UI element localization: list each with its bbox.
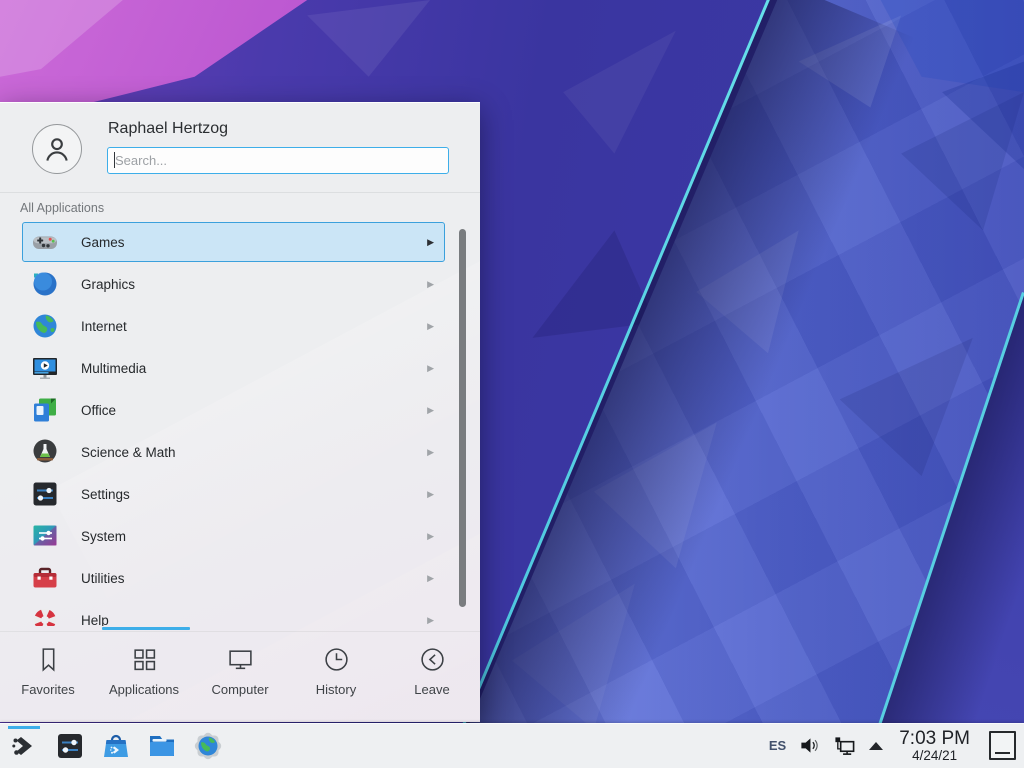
category-label: Internet <box>81 319 127 334</box>
list-scrollbar-thumb[interactable] <box>459 229 466 607</box>
file-manager-icon <box>147 731 177 761</box>
submenu-arrow-icon: ▶ <box>427 489 434 500</box>
category-label: Graphics <box>81 277 135 292</box>
submenu-arrow-icon: ▶ <box>427 279 434 290</box>
category-row-utilities[interactable]: Utilities ▶ <box>22 558 445 598</box>
category-label: Science & Math <box>81 445 176 460</box>
category-row-office[interactable]: Office ▶ <box>22 390 445 430</box>
category-label: Multimedia <box>81 361 146 376</box>
text-caret <box>114 152 115 168</box>
tab-history[interactable]: History <box>288 632 384 722</box>
taskbar-apps <box>0 725 224 767</box>
tab-label: History <box>316 682 356 697</box>
header-separator <box>0 192 480 193</box>
user-avatar <box>32 124 82 174</box>
submenu-arrow-icon: ▶ <box>427 405 434 416</box>
category-label: System <box>81 529 126 544</box>
category-label: Utilities <box>81 571 125 586</box>
tab-label: Leave <box>414 682 449 697</box>
history-icon <box>323 646 350 673</box>
tab-label: Favorites <box>21 682 74 697</box>
computer-icon <box>227 646 254 673</box>
favorites-icon <box>35 646 62 673</box>
web-browser-icon <box>193 731 223 761</box>
science-icon <box>31 438 59 466</box>
submenu-arrow-icon: ▶ <box>427 321 434 332</box>
graphics-icon <box>31 270 59 298</box>
category-label: Office <box>81 403 116 418</box>
multimedia-icon <box>31 354 59 382</box>
clock-time: 7:03 PM <box>899 729 970 748</box>
scroll-position-indicator <box>102 627 190 630</box>
discover-button[interactable] <box>100 725 132 767</box>
submenu-arrow-icon: ▶ <box>427 573 434 584</box>
category-row-system[interactable]: System ▶ <box>22 516 445 556</box>
category-label: Settings <box>81 487 130 502</box>
utilities-icon <box>31 564 59 592</box>
digital-clock[interactable]: 7:03 PM 4/24/21 <box>899 729 970 762</box>
tab-applications[interactable]: Applications <box>96 632 192 722</box>
tab-favorites[interactable]: Favorites <box>0 632 96 722</box>
system-tray: ES 7:03 PM 4/24/21 <box>769 729 1024 762</box>
submenu-arrow-icon: ▶ <box>427 615 434 626</box>
category-row-multimedia[interactable]: Multimedia ▶ <box>22 348 445 388</box>
show-desktop-widget[interactable] <box>989 731 1016 760</box>
category-row-internet[interactable]: Internet ▶ <box>22 306 445 346</box>
system-settings-icon <box>55 731 85 761</box>
applications-icon <box>131 646 158 673</box>
category-list: Games ▶ Graphics ▶ <box>22 222 445 626</box>
submenu-arrow-icon: ▶ <box>427 447 434 458</box>
active-task-indicator <box>8 726 40 729</box>
clock-date: 4/24/21 <box>912 749 957 763</box>
application-launcher-panel: Raphael Hertzog All Applications <box>0 102 480 722</box>
discover-icon <box>101 731 131 761</box>
file-manager-button[interactable] <box>146 725 178 767</box>
system-settings-button[interactable] <box>54 725 86 767</box>
category-row-graphics[interactable]: Graphics ▶ <box>22 264 445 304</box>
settings-icon <box>31 480 59 508</box>
games-icon <box>31 228 59 256</box>
tab-label: Applications <box>109 682 179 697</box>
category-label: Games <box>81 235 125 250</box>
help-icon <box>31 606 59 626</box>
submenu-arrow-icon: ▶ <box>427 531 434 542</box>
tab-label: Computer <box>211 682 268 697</box>
kde-launcher-icon <box>9 731 39 761</box>
person-icon <box>40 132 74 166</box>
submenu-arrow-icon: ▶ <box>427 237 434 248</box>
category-row-games[interactable]: Games ▶ <box>22 222 445 262</box>
volume-icon[interactable] <box>799 735 820 756</box>
category-row-settings[interactable]: Settings ▶ <box>22 474 445 514</box>
tab-leave[interactable]: Leave <box>384 632 480 722</box>
submenu-arrow-icon: ▶ <box>427 363 434 374</box>
search-field-wrap <box>107 147 449 174</box>
web-browser-button[interactable] <box>192 725 224 767</box>
kde-launcher-button[interactable] <box>8 725 40 767</box>
category-row-science[interactable]: Science & Math ▶ <box>22 432 445 472</box>
system-icon <box>31 522 59 550</box>
launcher-tabbar: Favorites Applications C <box>0 631 480 722</box>
keyboard-layout-indicator[interactable]: ES <box>769 738 786 753</box>
search-input[interactable] <box>107 147 449 174</box>
taskbar-panel: ES 7:03 PM 4/24/21 <box>0 723 1024 768</box>
category-row-help[interactable]: Help ▶ <box>22 600 445 626</box>
office-icon <box>31 396 59 424</box>
leave-icon <box>419 646 446 673</box>
user-name: Raphael Hertzog <box>108 120 228 138</box>
network-icon[interactable] <box>833 735 856 757</box>
tab-computer[interactable]: Computer <box>192 632 288 722</box>
category-label: Help <box>81 613 109 627</box>
internet-icon <box>31 312 59 340</box>
section-label: All Applications <box>20 201 104 215</box>
expand-tray-arrow-icon[interactable] <box>869 742 883 750</box>
